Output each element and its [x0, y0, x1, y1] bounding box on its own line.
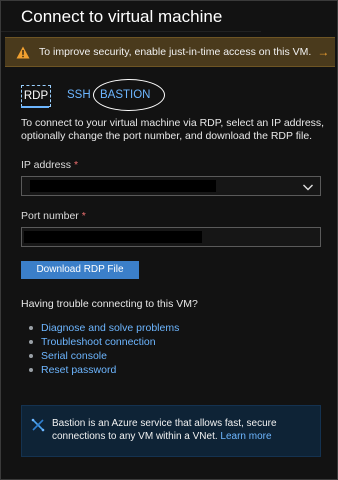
- bastion-info-text: Bastion is an Azure service that allows …: [52, 417, 314, 443]
- connect-vm-panel: Connect to virtual machine To improve se…: [0, 0, 338, 480]
- bullet-icon: [29, 354, 33, 358]
- tab-bastion[interactable]: BASTION: [100, 85, 150, 105]
- redacted-ip-value: [30, 180, 216, 192]
- link-troubleshoot[interactable]: Troubleshoot connection: [29, 335, 179, 349]
- port-number-label: Port number *: [21, 210, 86, 222]
- link-reset-password[interactable]: Reset password: [29, 363, 179, 377]
- link-label[interactable]: Serial console: [41, 350, 107, 362]
- troubleshoot-links: Diagnose and solve problems Troubleshoot…: [29, 321, 179, 377]
- required-marker: *: [81, 210, 86, 222]
- link-serial-console[interactable]: Serial console: [29, 349, 179, 363]
- link-label[interactable]: Diagnose and solve problems: [41, 322, 179, 334]
- learn-more-link[interactable]: Learn more: [220, 431, 271, 442]
- warning-text: To improve security, enable just-in-time…: [39, 46, 312, 58]
- link-label[interactable]: Reset password: [41, 364, 116, 376]
- troubleshoot-heading: Having trouble connecting to this VM?: [21, 298, 198, 310]
- bastion-info-box: Bastion is an Azure service that allows …: [21, 405, 321, 457]
- port-number-label-text: Port number: [21, 210, 79, 222]
- bastion-icon: [30, 417, 46, 433]
- title-divider: [1, 31, 261, 32]
- link-diagnose[interactable]: Diagnose and solve problems: [29, 321, 179, 335]
- tab-ssh[interactable]: SSH: [67, 85, 91, 105]
- port-number-input[interactable]: [21, 227, 321, 247]
- warning-icon: [15, 45, 31, 59]
- ip-address-select[interactable]: [21, 176, 321, 196]
- bullet-icon: [29, 368, 33, 372]
- panel-title: Connect to virtual machine: [21, 7, 223, 26]
- tab-rdp[interactable]: RDP: [21, 85, 51, 107]
- arrow-right-icon[interactable]: →: [317, 45, 329, 59]
- jit-warning-banner[interactable]: To improve security, enable just-in-time…: [5, 37, 335, 67]
- bullet-icon: [29, 340, 33, 344]
- required-marker: *: [73, 159, 79, 171]
- bullet-icon: [29, 326, 33, 330]
- ip-address-label-text: IP address: [21, 159, 72, 171]
- tab-selected-indicator: [21, 106, 49, 108]
- link-label[interactable]: Troubleshoot connection: [41, 336, 156, 348]
- chevron-down-icon[interactable]: [302, 180, 314, 192]
- redacted-port-value: [24, 231, 202, 243]
- download-rdp-button[interactable]: Download RDP File: [21, 261, 139, 279]
- rdp-description: To connect to your virtual machine via R…: [21, 117, 325, 142]
- ip-address-label: IP address *: [21, 159, 78, 171]
